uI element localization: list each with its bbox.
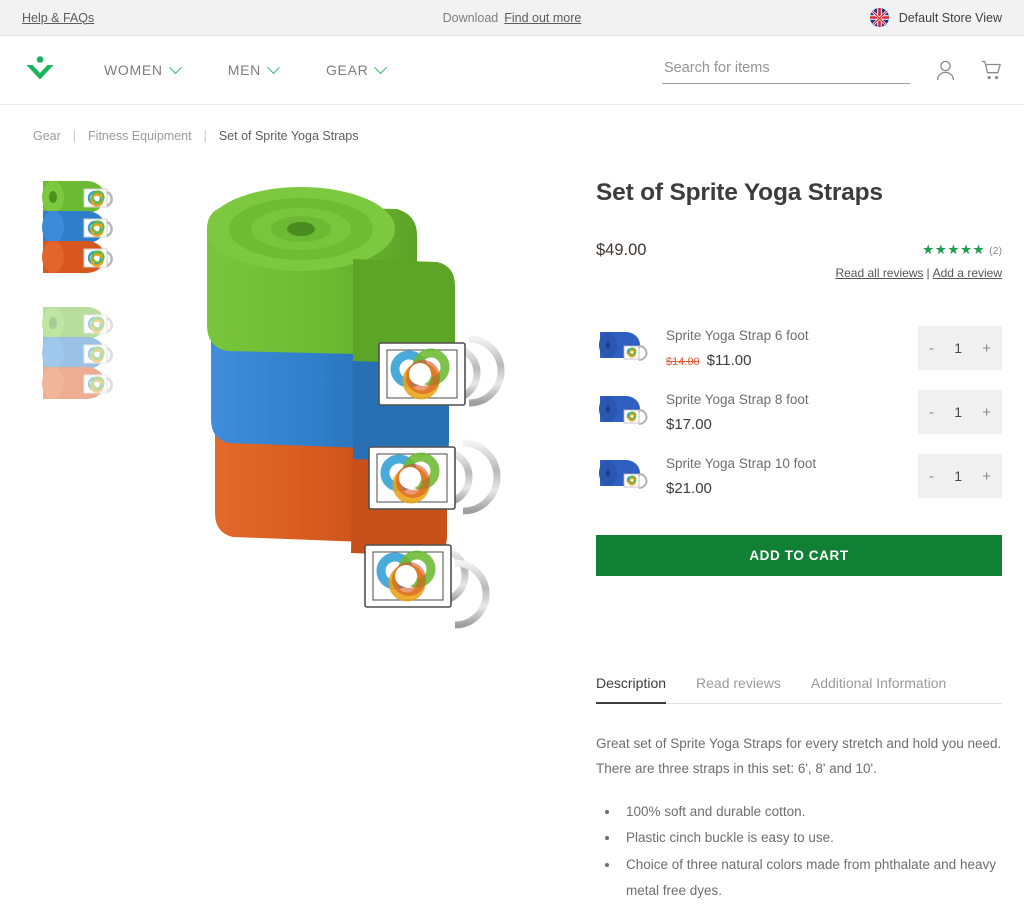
nav-item-label: GEAR bbox=[325, 62, 369, 78]
option-row-6-foot: Sprite Yoga Strap 6 foot $14.00 $11.00 - … bbox=[596, 322, 1002, 374]
option-thumbnail-blue-strap[interactable] bbox=[596, 324, 654, 372]
quantity-stepper-8-foot[interactable]: - 1 + bbox=[918, 390, 1002, 434]
brand-chevron-logo[interactable] bbox=[23, 54, 57, 86]
store-view-label[interactable]: Default Store View bbox=[899, 11, 1002, 25]
option-current-price: $17.00 bbox=[666, 415, 712, 433]
nav-item-label: MEN bbox=[227, 62, 261, 78]
nav-item-men[interactable]: MEN bbox=[227, 60, 280, 78]
breadcrumb-item-fitness-equipment[interactable]: Fitness Equipment bbox=[88, 129, 192, 143]
review-link-separator: | bbox=[926, 266, 930, 280]
option-text-10-foot: Sprite Yoga Strap 10 foot $21.00 bbox=[666, 456, 918, 497]
breadcrumb-separator: | bbox=[72, 129, 77, 143]
breadcrumb-item-current: Set of Sprite Yoga Straps bbox=[218, 129, 359, 143]
description-bullet-list: 100% soft and durable cotton. Plastic ci… bbox=[620, 799, 1002, 904]
thumbnail-straps-faded[interactable] bbox=[35, 297, 130, 405]
nav-item-women[interactable]: WOMEN bbox=[104, 60, 182, 78]
option-name: Sprite Yoga Strap 6 foot bbox=[666, 327, 809, 343]
list-item: Choice of three natural colors made from… bbox=[620, 852, 1002, 905]
thumbnail-list bbox=[22, 171, 142, 904]
find-out-more-link[interactable]: Find out more bbox=[504, 11, 581, 25]
option-name: Sprite Yoga Strap 10 foot bbox=[666, 455, 817, 471]
read-all-reviews-link[interactable]: Read all reviews bbox=[835, 266, 923, 280]
quantity-decrement-button[interactable]: - bbox=[929, 341, 934, 356]
tab-read-reviews[interactable]: Read reviews bbox=[696, 675, 781, 704]
breadcrumb: Gear | Fitness Equipment | Set of Sprite… bbox=[0, 105, 1024, 143]
main-navigation: WOMEN MEN GEAR bbox=[104, 60, 388, 78]
store-view-switcher[interactable]: Default Store View bbox=[869, 8, 1002, 27]
uk-flag-icon bbox=[869, 8, 889, 27]
option-row-10-foot: Sprite Yoga Strap 10 foot $21.00 - 1 + bbox=[596, 450, 1002, 502]
quantity-value[interactable]: 1 bbox=[954, 468, 962, 484]
list-item: Plastic cinch buckle is easy to use. bbox=[620, 825, 1002, 851]
quantity-stepper-6-foot[interactable]: - 1 + bbox=[918, 326, 1002, 370]
quantity-stepper-10-foot[interactable]: - 1 + bbox=[918, 454, 1002, 498]
option-current-price: $21.00 bbox=[666, 479, 712, 497]
user-account-icon[interactable] bbox=[936, 60, 955, 81]
product-options-list: Sprite Yoga Strap 6 foot $14.00 $11.00 - … bbox=[596, 322, 1002, 502]
option-name: Sprite Yoga Strap 8 foot bbox=[666, 391, 809, 407]
page-title: Set of Sprite Yoga Straps bbox=[596, 179, 883, 206]
option-text-6-foot: Sprite Yoga Strap 6 foot $14.00 $11.00 bbox=[666, 328, 918, 369]
quantity-increment-button[interactable]: + bbox=[982, 341, 991, 356]
top-utility-bar: Help & FAQs Download Find out more Defau… bbox=[0, 0, 1024, 36]
chevron-down-icon bbox=[374, 60, 388, 74]
rating-block: ★★★★★ (2) Read all reviews | Add a review bbox=[835, 241, 1002, 280]
nav-item-gear[interactable]: GEAR bbox=[325, 60, 388, 78]
site-header: WOMEN MEN GEAR bbox=[0, 36, 1024, 105]
download-label: Download bbox=[442, 10, 499, 25]
chevron-down-icon bbox=[267, 60, 280, 74]
quantity-decrement-button[interactable]: - bbox=[929, 469, 934, 484]
option-thumbnail-blue-strap[interactable] bbox=[596, 388, 654, 436]
option-current-price: $11.00 bbox=[706, 351, 752, 369]
review-links: Read all reviews | Add a review bbox=[835, 266, 1002, 280]
option-price-row: $17.00 bbox=[666, 416, 918, 433]
option-old-price: $14.00 bbox=[666, 355, 700, 368]
price-and-rating-row: $49.00 ★★★★★ (2) Read all reviews | Add a r… bbox=[596, 241, 1002, 280]
product-main-image[interactable] bbox=[142, 171, 574, 904]
option-price-row: $21.00 bbox=[666, 480, 918, 497]
product-gallery bbox=[22, 161, 574, 904]
description-paragraph: Great set of Sprite Yoga Straps for ever… bbox=[596, 736, 1002, 776]
chevron-down-icon bbox=[168, 60, 182, 74]
product-info-panel: Set of Sprite Yoga Straps $49.00 ★★★★★ (2… bbox=[574, 161, 1002, 904]
product-page-body: Set of Sprite Yoga Straps $49.00 ★★★★★ (2… bbox=[0, 143, 1024, 904]
rating-stars-row: ★★★★★ (2) bbox=[835, 241, 1002, 259]
quantity-increment-button[interactable]: + bbox=[982, 405, 991, 420]
product-price: $49.00 bbox=[596, 241, 647, 259]
option-thumbnail-blue-strap[interactable] bbox=[596, 452, 654, 500]
add-to-cart-button[interactable]: ADD TO CART bbox=[596, 535, 1002, 576]
option-price-row: $14.00 $11.00 bbox=[666, 352, 918, 369]
breadcrumb-separator: | bbox=[203, 129, 207, 143]
list-item: 100% soft and durable cotton. bbox=[620, 799, 1002, 825]
quantity-value[interactable]: 1 bbox=[954, 404, 962, 420]
description-panel: Great set of Sprite Yoga Straps for ever… bbox=[596, 732, 1002, 904]
thumbnail-straps-color[interactable] bbox=[35, 171, 130, 279]
tab-description[interactable]: Description bbox=[596, 675, 667, 704]
quantity-value[interactable]: 1 bbox=[954, 340, 962, 356]
breadcrumb-item-gear[interactable]: Gear bbox=[33, 129, 61, 143]
option-row-8-foot: Sprite Yoga Strap 8 foot $17.00 - 1 + bbox=[596, 386, 1002, 438]
rating-count: (2) bbox=[989, 245, 1002, 257]
product-detail-tabs: Description Read reviews Additional Info… bbox=[596, 674, 1002, 704]
nav-item-label: WOMEN bbox=[104, 62, 163, 78]
add-a-review-link[interactable]: Add a review bbox=[933, 266, 1002, 280]
search-input[interactable] bbox=[662, 56, 910, 84]
option-text-8-foot: Sprite Yoga Strap 8 foot $17.00 bbox=[666, 392, 918, 433]
search-field-wrapper bbox=[662, 56, 910, 84]
header-right-group bbox=[662, 56, 1002, 84]
quantity-decrement-button[interactable]: - bbox=[929, 405, 934, 420]
quantity-increment-button[interactable]: + bbox=[982, 469, 991, 484]
shopping-cart-icon[interactable] bbox=[981, 60, 1002, 81]
rating-stars: ★★★★★ bbox=[922, 242, 986, 257]
tab-additional-information[interactable]: Additional Information bbox=[811, 675, 946, 704]
